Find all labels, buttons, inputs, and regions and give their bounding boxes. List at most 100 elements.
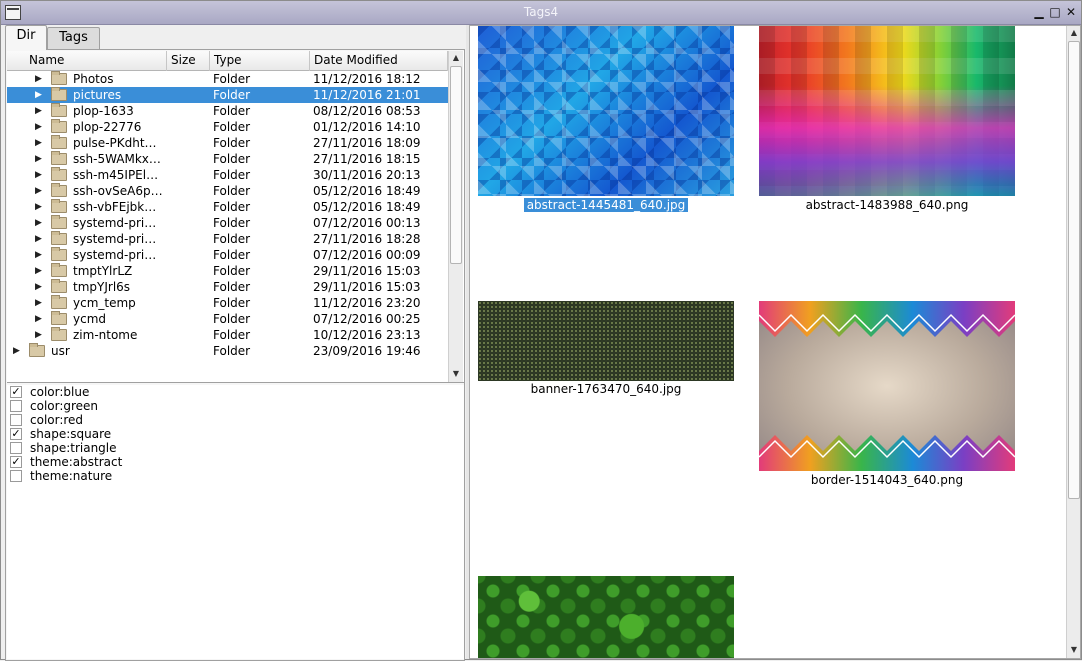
folder-icon [51, 71, 67, 85]
tree-row[interactable]: ▶ tmpYJrl6s Folder 29/11/2016 15:03 [7, 279, 448, 295]
tag-checkbox[interactable]: ✓ [10, 456, 22, 468]
expand-arrow-icon[interactable]: ▶ [35, 135, 45, 151]
scroll-down-icon[interactable]: ▼ [1067, 643, 1080, 657]
tree-row-date: 08/12/2016 08:53 [313, 104, 421, 118]
expand-arrow-icon[interactable]: ▶ [35, 151, 45, 167]
column-type[interactable]: Type [210, 51, 310, 71]
tree-row[interactable]: ▶ ssh-m45IPEl… Folder 30/11/2016 20:13 [7, 167, 448, 183]
tree-row[interactable]: ▶ usr Folder 23/09/2016 19:46 [7, 343, 448, 359]
tag-label: color:red [30, 413, 84, 427]
tree-row-name: ssh-5WAMkx… [73, 152, 161, 166]
tree-row[interactable]: ▶ pictures Folder 11/12/2016 21:01 [7, 87, 448, 103]
scrollbar-thumb[interactable] [1068, 41, 1080, 499]
thumbnail-image[interactable] [478, 301, 734, 381]
tree-row-name: ycmd [73, 312, 107, 326]
tree-row[interactable]: ▶ ssh-5WAMkx… Folder 27/11/2016 18:15 [7, 151, 448, 167]
folder-icon [51, 199, 67, 213]
scroll-up-icon[interactable]: ▲ [1067, 26, 1080, 40]
tag-checkbox[interactable] [10, 414, 22, 426]
tag-checkbox[interactable] [10, 400, 22, 412]
expand-arrow-icon[interactable]: ▶ [35, 119, 45, 135]
tree-row[interactable]: ▶ systemd-pri… Folder 27/11/2016 18:28 [7, 231, 448, 247]
tree-row-date: 27/11/2016 18:15 [313, 152, 421, 166]
tree-row[interactable]: ▶ ycmd Folder 07/12/2016 00:25 [7, 311, 448, 327]
tree-row[interactable]: ▶ ssh-ovSeA6p… Folder 05/12/2016 18:49 [7, 183, 448, 199]
thumbnail-image[interactable] [759, 26, 1015, 196]
thumbnail-image[interactable] [478, 26, 734, 196]
expand-arrow-icon[interactable]: ▶ [13, 343, 23, 359]
expand-arrow-icon[interactable]: ▶ [35, 327, 45, 343]
tag-item[interactable]: ✓ shape:square [7, 427, 464, 441]
expand-arrow-icon[interactable]: ▶ [35, 279, 45, 295]
tree-row-name: plop-1633 [73, 104, 134, 118]
expand-arrow-icon[interactable]: ▶ [35, 167, 45, 183]
tree-row[interactable]: ▶ pulse-PKdht… Folder 27/11/2016 18:09 [7, 135, 448, 151]
tree-row-type: Folder [213, 264, 251, 278]
tab-tags[interactable]: Tags [47, 27, 100, 49]
tree-row[interactable]: ▶ plop-1633 Folder 08/12/2016 08:53 [7, 103, 448, 119]
expand-arrow-icon[interactable]: ▶ [35, 87, 45, 103]
column-size[interactable]: Size [167, 51, 210, 71]
tree-row-date: 07/12/2016 00:13 [313, 216, 421, 230]
tab-dir[interactable]: Dir [5, 25, 47, 50]
tag-item[interactable]: color:red [7, 413, 464, 427]
tree-row[interactable]: ▶ ycm_temp Folder 11/12/2016 23:20 [7, 295, 448, 311]
scroll-down-icon[interactable]: ▼ [449, 367, 463, 381]
tree-row-type: Folder [213, 232, 251, 246]
tag-checkbox[interactable] [10, 470, 22, 482]
tree-row[interactable]: ▶ systemd-pri… Folder 07/12/2016 00:09 [7, 247, 448, 263]
expand-arrow-icon[interactable]: ▶ [35, 71, 45, 87]
tag-checkbox[interactable]: ✓ [10, 428, 22, 440]
thumbnail-scrollbar[interactable]: ▲ ▼ [1066, 26, 1080, 658]
tree-row[interactable]: ▶ Photos Folder 11/12/2016 18:12 [7, 71, 448, 87]
tag-item[interactable]: shape:triangle [7, 441, 464, 455]
tag-item[interactable]: color:green [7, 399, 464, 413]
maximize-icon[interactable]: □ [1048, 5, 1062, 19]
title-bar[interactable]: Tags4 ▁ □ ✕ [1, 1, 1081, 25]
expand-arrow-icon[interactable]: ▶ [35, 311, 45, 327]
scrollbar-thumb[interactable] [450, 66, 462, 264]
tree-row-date: 11/12/2016 21:01 [313, 88, 421, 102]
tree-header: Name Size Type Date Modified [7, 51, 448, 71]
tag-item[interactable]: ✓ color:blue [7, 385, 464, 399]
tree-row-name: Photos [73, 72, 114, 86]
tree-row[interactable]: ▶ ssh-vbFEjbk… Folder 05/12/2016 18:49 [7, 199, 448, 215]
folder-icon [51, 247, 67, 261]
tree-row[interactable]: ▶ tmptYlrLZ Folder 29/11/2016 15:03 [7, 263, 448, 279]
close-icon[interactable]: ✕ [1064, 5, 1078, 19]
tree-row-type: Folder [213, 216, 251, 230]
tree-row-type: Folder [213, 296, 251, 310]
expand-arrow-icon[interactable]: ▶ [35, 247, 45, 263]
column-date-modified[interactable]: Date Modified [310, 51, 448, 71]
tag-checkbox[interactable] [10, 442, 22, 454]
tree-row[interactable]: ▶ zim-ntome Folder 10/12/2016 23:13 [7, 327, 448, 343]
thumbnail-view[interactable]: abstract-1445481_640.jpg abstract-148398… [469, 25, 1081, 659]
folder-icon [51, 231, 67, 245]
tree-row-type: Folder [213, 248, 251, 262]
tree-row-type: Folder [213, 120, 251, 134]
expand-arrow-icon[interactable]: ▶ [35, 183, 45, 199]
tree-row[interactable]: ▶ systemd-pri… Folder 07/12/2016 00:13 [7, 215, 448, 231]
scroll-up-icon[interactable]: ▲ [449, 51, 463, 65]
zigzag-top-decoration [759, 301, 1015, 337]
expand-arrow-icon[interactable]: ▶ [35, 295, 45, 311]
tree-row-date: 01/12/2016 14:10 [313, 120, 421, 134]
column-name[interactable]: Name [7, 51, 167, 71]
tree-scrollbar[interactable]: ▲ ▼ [448, 51, 463, 382]
tree-row[interactable]: ▶ plop-22776 Folder 01/12/2016 14:10 [7, 119, 448, 135]
tree-row-type: Folder [213, 280, 251, 294]
directory-tree[interactable]: Name Size Type Date Modified ▶ Photos Fold… [7, 51, 464, 383]
expand-arrow-icon[interactable]: ▶ [35, 231, 45, 247]
tag-item[interactable]: theme:nature [7, 469, 464, 483]
expand-arrow-icon[interactable]: ▶ [35, 199, 45, 215]
expand-arrow-icon[interactable]: ▶ [35, 215, 45, 231]
tag-label: theme:abstract [30, 455, 123, 469]
expand-arrow-icon[interactable]: ▶ [35, 103, 45, 119]
minimize-icon[interactable]: ▁ [1032, 5, 1046, 19]
tag-label: shape:square [30, 427, 112, 441]
tag-checkbox[interactable]: ✓ [10, 386, 22, 398]
expand-arrow-icon[interactable]: ▶ [35, 263, 45, 279]
tag-item[interactable]: ✓ theme:abstract [7, 455, 464, 469]
thumbnail-image[interactable] [759, 301, 1015, 471]
thumbnail-image[interactable] [478, 576, 734, 658]
